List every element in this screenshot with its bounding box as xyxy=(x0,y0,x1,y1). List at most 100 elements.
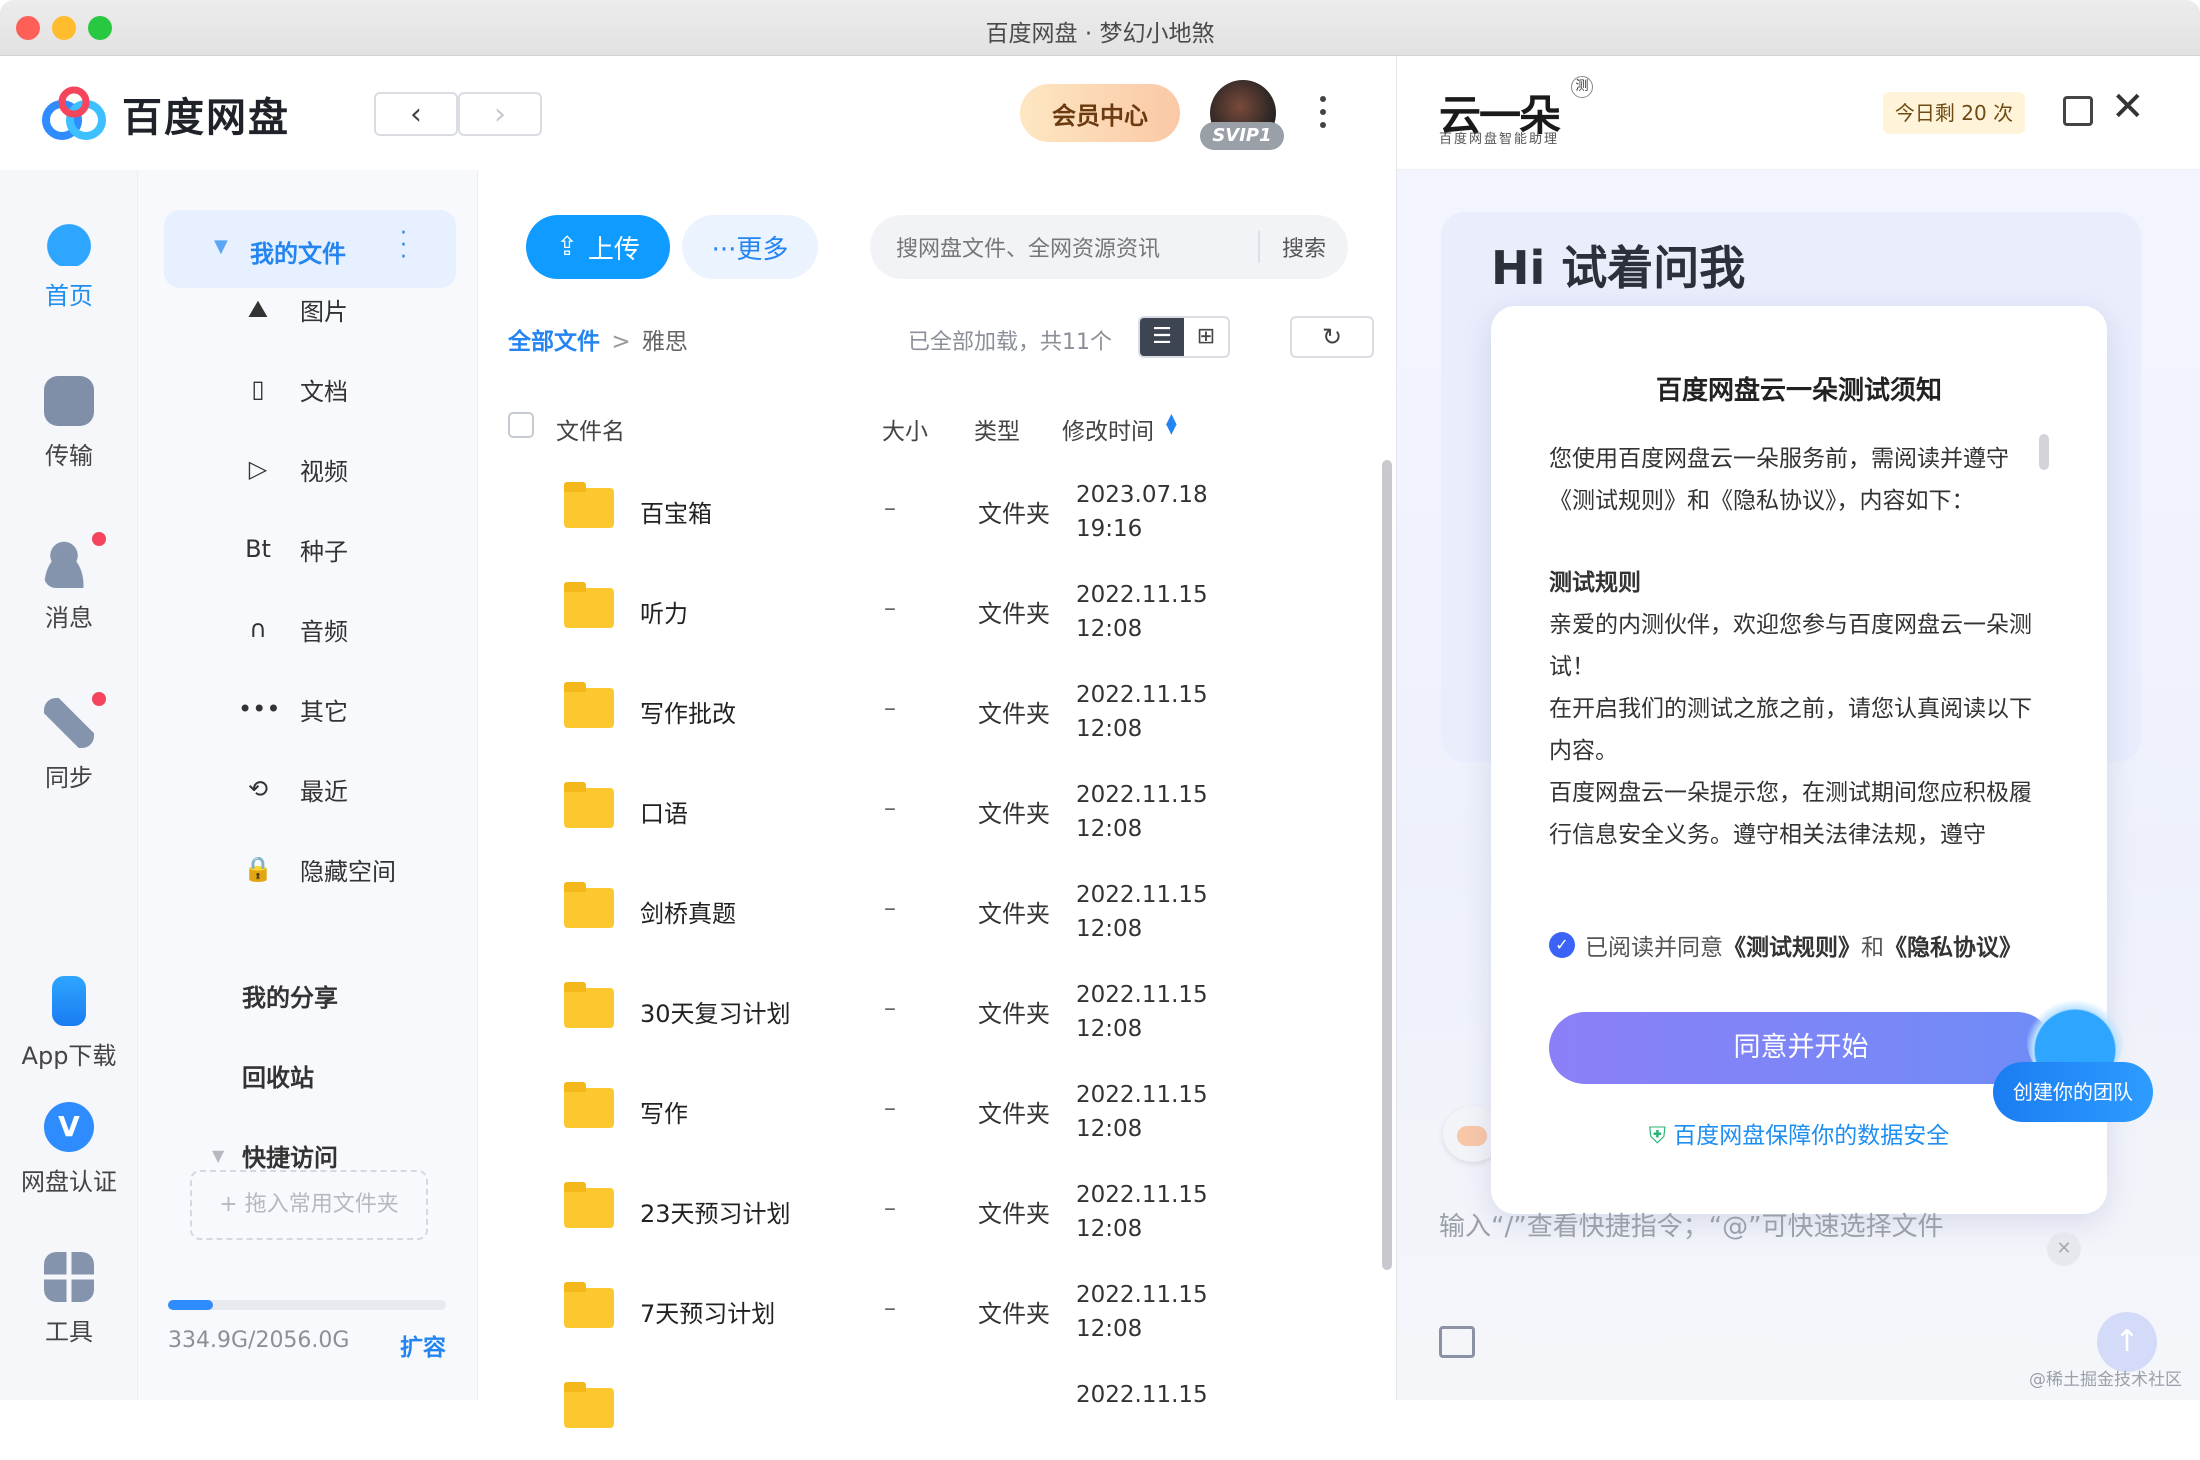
mtime-date: 2022.11.15 xyxy=(1076,682,1208,708)
table-row[interactable]: 2022.11.15 xyxy=(478,1360,1396,1460)
privacy-link[interactable]: 《隐私协议》 xyxy=(1884,928,2022,962)
caret-down-icon: ▼ xyxy=(214,236,228,257)
sidebar-item-video[interactable]: ▷视频 xyxy=(138,444,478,494)
refresh-button[interactable]: ↻ xyxy=(1290,316,1374,358)
my-files-label: 我的文件 xyxy=(250,234,346,269)
sidebar-item-bt[interactable]: Bt种子 xyxy=(138,524,478,574)
file-name[interactable]: 写作批改 xyxy=(640,694,736,729)
table-row[interactable]: 写作批改–文件夹2022.11.1512:08 xyxy=(478,660,1396,760)
rail-item-tools[interactable]: 工具 xyxy=(0,1252,138,1347)
sidebar-item-my-share[interactable]: 我的分享 xyxy=(138,970,478,1020)
file-name[interactable]: 写作 xyxy=(640,1094,688,1129)
upload-button[interactable]: ⇪ 上传 xyxy=(526,215,670,279)
forward-button[interactable]: › xyxy=(458,92,542,136)
sort-icon[interactable]: ▲▼ xyxy=(1166,414,1177,434)
chat-input[interactable]: 输入“/”查看快捷指令；“@”可快速选择文件 xyxy=(1439,1206,1944,1243)
file-type: 文件夹 xyxy=(978,794,1050,829)
dialog-paragraph: 百度网盘云一朵提示您，在测试期间您应积极履行信息安全义务。遵守相关法律法规，遵守 xyxy=(1549,772,2053,856)
more-menu-icon[interactable] xyxy=(1320,96,1330,135)
agree-row[interactable]: ✓ 已阅读并同意 《测试规则》 和 《隐私协议》 xyxy=(1549,928,2022,962)
grid-view-icon[interactable]: ⊞ xyxy=(1184,318,1228,356)
agree-start-button[interactable]: 同意并开始 xyxy=(1549,1012,2053,1084)
rail-item-message[interactable]: 消息 xyxy=(0,538,138,633)
mtime-date: 2022.11.15 xyxy=(1076,982,1208,1008)
vip-center-button[interactable]: 会员中心 xyxy=(1020,84,1180,142)
more-button[interactable]: ···更多 xyxy=(682,215,818,279)
file-mtime: 2022.11.1512:08 xyxy=(1076,878,1208,946)
search-button[interactable]: 搜索 xyxy=(1258,231,1348,263)
unread-dot xyxy=(92,692,106,706)
rail-item-transfer[interactable]: 传输 xyxy=(0,376,138,471)
sidebar-item-lock[interactable]: 🔒隐藏空间 xyxy=(138,844,478,894)
back-button[interactable]: ‹ xyxy=(374,92,458,136)
chevron-left-icon: ‹ xyxy=(410,97,422,132)
rules-link[interactable]: 《测试规则》 xyxy=(1723,928,1861,962)
table-row[interactable]: 写作–文件夹2022.11.1512:08 xyxy=(478,1060,1396,1160)
clear-input-icon[interactable]: ✕ xyxy=(2047,1232,2081,1266)
col-type[interactable]: 类型 xyxy=(974,412,1020,446)
history-icon: ⟲ xyxy=(238,775,278,803)
breadcrumb: 全部文件 > 雅思 xyxy=(508,322,688,356)
file-sidebar: ▼ 我的文件 ··· ⛰图片 ▯文档 ▷视频 Bt种子 ∩音频 •••其它 ⟲最近 🔒隐藏空间… xyxy=(138,170,478,1400)
file-name[interactable]: 23天预习计划 xyxy=(640,1194,791,1229)
folder-icon xyxy=(564,1088,614,1128)
agree-checkbox[interactable]: ✓ xyxy=(1549,932,1575,958)
view-switch: ☰ ⊞ xyxy=(1138,316,1230,358)
table-row[interactable]: 听力–文件夹2022.11.1512:08 xyxy=(478,560,1396,660)
my-files-menu-icon[interactable]: ··· xyxy=(400,228,410,264)
file-list-scrollbar[interactable] xyxy=(1382,460,1392,1270)
app-name: 百度网盘 xyxy=(122,85,290,143)
file-name[interactable]: 7天预习计划 xyxy=(640,1294,775,1329)
app-logo[interactable]: 百度网盘 xyxy=(40,86,290,142)
sidebar-item-document[interactable]: ▯文档 xyxy=(138,364,478,414)
recycle-label: 回收站 xyxy=(242,1058,314,1093)
image-upload-icon[interactable] xyxy=(1439,1326,1475,1358)
file-name[interactable]: 口语 xyxy=(640,794,688,829)
close-icon[interactable]: ✕ xyxy=(2111,84,2145,130)
list-view-icon[interactable]: ☰ xyxy=(1140,318,1184,356)
file-mtime: 2022.11.1512:08 xyxy=(1076,778,1208,846)
mtime-date: 2022.11.15 xyxy=(1076,582,1208,608)
sidebar-item-image[interactable]: ⛰图片 xyxy=(138,284,478,334)
col-size[interactable]: 大小 xyxy=(882,412,928,446)
quick-access-dropzone[interactable]: + 拖入常用文件夹 xyxy=(190,1170,428,1240)
sync-icon xyxy=(44,698,94,748)
sidebar-item-history[interactable]: ⟲最近 xyxy=(138,764,478,814)
rail-item-verify[interactable]: V 网盘认证 xyxy=(0,1102,138,1197)
mtime-time: 19:16 xyxy=(1076,516,1142,542)
my-share-label: 我的分享 xyxy=(242,978,338,1013)
send-button[interactable]: ↑ xyxy=(2097,1312,2157,1372)
col-name[interactable]: 文件名 xyxy=(556,412,625,446)
search-input[interactable]: 搜网盘文件、全网资源资讯 xyxy=(896,231,1258,263)
mtime-date: 2022.11.15 xyxy=(1076,1382,1208,1408)
file-name[interactable]: 30天复习计划 xyxy=(640,994,791,1029)
assistant-header: 云一朵 测 百度网盘智能助理 今日剩 20 次 ✕ xyxy=(1397,56,2200,170)
file-type: 文件夹 xyxy=(978,1194,1050,1229)
table-row[interactable]: 剑桥真题–文件夹2022.11.1512:08 xyxy=(478,860,1396,960)
table-row[interactable]: 百宝箱–文件夹2023.07.1819:16 xyxy=(478,460,1396,560)
rail-item-sync[interactable]: 同步 xyxy=(0,698,138,793)
file-name[interactable]: 听力 xyxy=(640,594,688,629)
dialog-paragraph: 亲爱的内测伙伴，欢迎您参与百度网盘云一朵测试！ xyxy=(1549,604,2053,688)
file-name[interactable]: 百宝箱 xyxy=(640,494,712,529)
sidebar-item-more[interactable]: •••其它 xyxy=(138,684,478,734)
breadcrumb-root[interactable]: 全部文件 xyxy=(508,329,600,355)
rail-item-app-download[interactable]: App下载 xyxy=(0,976,138,1071)
expand-storage-link[interactable]: 扩容 xyxy=(400,1328,446,1362)
col-mtime[interactable]: 修改时间 xyxy=(1062,412,1154,446)
file-type: 文件夹 xyxy=(978,594,1050,629)
sidebar-item-my-files[interactable]: ▼ 我的文件 ··· xyxy=(164,210,456,288)
table-row[interactable]: 23天预习计划–文件夹2022.11.1512:08 xyxy=(478,1160,1396,1260)
select-all-checkbox[interactable] xyxy=(508,412,534,438)
file-name[interactable]: 剑桥真题 xyxy=(640,894,736,929)
create-team-button[interactable]: 创建你的团队 xyxy=(1993,1062,2153,1122)
table-row[interactable]: 口语–文件夹2022.11.1512:08 xyxy=(478,760,1396,860)
table-row[interactable]: 30天复习计划–文件夹2022.11.1512:08 xyxy=(478,960,1396,1060)
file-mtime: 2022.11.1512:08 xyxy=(1076,978,1208,1046)
table-row[interactable]: 7天预习计划–文件夹2022.11.1512:08 xyxy=(478,1260,1396,1360)
search-box[interactable]: 搜网盘文件、全网资源资讯 搜索 xyxy=(870,215,1348,279)
sidebar-item-recycle[interactable]: 回收站 xyxy=(138,1050,478,1100)
sidebar-item-headphones[interactable]: ∩音频 xyxy=(138,604,478,654)
rail-item-home[interactable]: 首页 xyxy=(0,216,138,311)
new-chat-icon[interactable] xyxy=(2063,96,2093,126)
